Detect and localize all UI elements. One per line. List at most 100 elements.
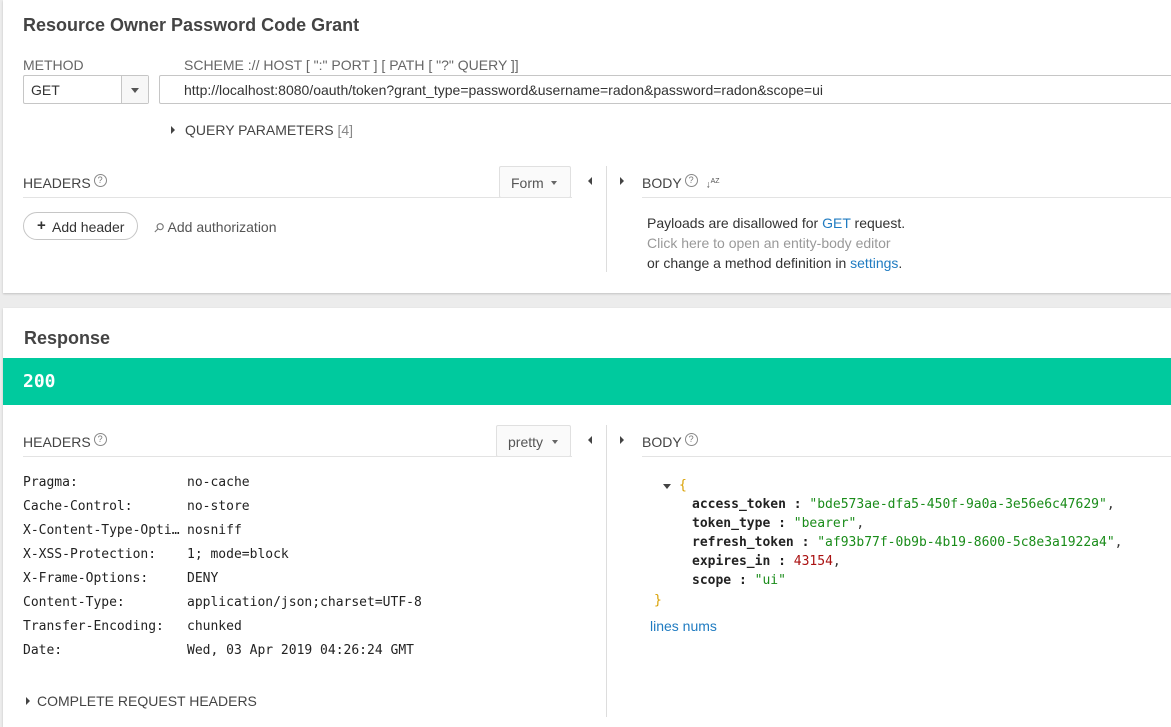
header-value: chunked bbox=[187, 619, 242, 634]
header-name: Pragma: bbox=[23, 475, 78, 490]
method-dropdown-button[interactable] bbox=[121, 76, 148, 103]
header-value: application/json;charset=UTF-8 bbox=[187, 595, 422, 610]
query-parameters-toggle[interactable]: QUERY PARAMETERS [4] bbox=[169, 122, 353, 138]
headers-mode-value: Form bbox=[511, 175, 544, 191]
request-body-heading: BODY? ↓AZ bbox=[642, 174, 720, 191]
headers-format-dropdown[interactable]: pretty bbox=[496, 425, 571, 457]
header-name: Transfer-Encoding: bbox=[23, 619, 164, 634]
response-title: Response bbox=[24, 328, 111, 348]
json-value: "ui" bbox=[754, 573, 786, 588]
json-key: expires_in bbox=[692, 554, 771, 569]
method-link[interactable]: GET bbox=[822, 215, 851, 231]
response-body-label: BODY bbox=[642, 434, 682, 450]
header-name: Content-Type: bbox=[23, 595, 125, 610]
header-value: no-store bbox=[187, 499, 250, 514]
json-comma: , bbox=[1106, 497, 1115, 512]
status-bar: 200 bbox=[3, 358, 1171, 405]
request-body-label: BODY bbox=[642, 175, 682, 191]
help-icon[interactable]: ? bbox=[684, 174, 698, 187]
json-entry: access_token : "bde573ae-dfa5-450f-9a0a-… bbox=[692, 497, 1115, 512]
collapse-left-icon[interactable] bbox=[588, 177, 592, 185]
payload-text: . bbox=[898, 255, 903, 271]
json-comma: , bbox=[856, 516, 865, 531]
header-value: Wed, 03 Apr 2019 04:26:24 GMT bbox=[187, 643, 414, 658]
response-headers-heading: HEADERS? bbox=[23, 433, 107, 450]
complete-request-headers-label: COMPLETE REQUEST HEADERS bbox=[37, 693, 257, 709]
add-authorization-label: Add authorization bbox=[167, 219, 277, 235]
json-entry: expires_in : 43154, bbox=[692, 554, 841, 569]
plus-icon: + bbox=[37, 217, 46, 234]
request-headers-label: HEADERS bbox=[23, 175, 91, 191]
header-name: Cache-Control: bbox=[23, 499, 133, 514]
json-key: token_type bbox=[692, 516, 771, 531]
header-value: nosniff bbox=[187, 523, 242, 538]
json-comma: , bbox=[832, 554, 841, 569]
key-icon: ⚲ bbox=[150, 218, 168, 237]
response-headers-label: HEADERS bbox=[23, 434, 91, 450]
help-icon[interactable]: ? bbox=[93, 433, 107, 446]
header-name: X-Frame-Options: bbox=[23, 571, 149, 586]
payload-line-3: or change a method definition in setting… bbox=[647, 253, 905, 273]
collapse-left-icon[interactable] bbox=[588, 436, 592, 444]
add-header-button[interactable]: + Add header bbox=[23, 212, 138, 240]
expand-right-icon[interactable] bbox=[620, 436, 624, 444]
add-header-label: Add header bbox=[52, 219, 125, 235]
json-close-brace: } bbox=[654, 593, 662, 608]
response-panel: Response 200 HEADERS? pretty BODY? Pragm… bbox=[3, 308, 1171, 727]
lines-nums-link[interactable]: lines nums bbox=[650, 618, 717, 634]
payload-message: Payloads are disallowed for GET request.… bbox=[647, 213, 905, 273]
url-format-label: SCHEME :// HOST [ ":" PORT ] [ PATH [ "?… bbox=[184, 57, 519, 73]
expand-right-icon[interactable] bbox=[620, 177, 624, 185]
json-comma: , bbox=[1114, 535, 1123, 550]
json-value: "bearer" bbox=[793, 516, 857, 531]
payload-text: Payloads are disallowed for bbox=[647, 215, 823, 231]
header-name: X-XSS-Protection: bbox=[23, 547, 157, 562]
payload-text: or change a method definition in bbox=[647, 255, 851, 271]
caret-down-icon bbox=[552, 440, 558, 444]
help-icon[interactable]: ? bbox=[93, 174, 107, 187]
url-input[interactable]: http://localhost:8080/oauth/token?grant_… bbox=[159, 75, 1171, 104]
sort-az-icon[interactable]: ↓AZ bbox=[706, 177, 720, 190]
json-value: "bde573ae-dfa5-450f-9a0a-3e56e6c47629" bbox=[809, 497, 1107, 512]
help-icon[interactable]: ? bbox=[684, 433, 698, 446]
header-name: Date: bbox=[23, 643, 63, 658]
caret-down-icon bbox=[131, 88, 139, 93]
header-value: DENY bbox=[187, 571, 219, 586]
url-value: http://localhost:8080/oauth/token?grant_… bbox=[184, 82, 823, 98]
query-parameters-label: QUERY PARAMETERS bbox=[185, 122, 334, 138]
headers-format-value: pretty bbox=[508, 434, 544, 450]
request-headers-heading: HEADERS? bbox=[23, 174, 107, 191]
open-body-editor-link[interactable]: Click here to open an entity-body editor bbox=[647, 233, 905, 253]
status-code: 200 bbox=[23, 371, 56, 392]
json-key: scope bbox=[692, 573, 732, 588]
query-parameters-count: [4] bbox=[337, 122, 354, 138]
divider bbox=[642, 456, 1171, 457]
panel-splitter[interactable] bbox=[606, 425, 607, 717]
json-entry: refresh_token : "af93b77f-0b9b-4b19-8600… bbox=[692, 535, 1123, 550]
payload-line-1: Payloads are disallowed for GET request. bbox=[647, 213, 905, 233]
method-label: METHOD bbox=[23, 57, 84, 73]
json-entry: scope : "ui" bbox=[692, 573, 786, 588]
header-value: no-cache bbox=[187, 475, 250, 490]
json-key: access_token bbox=[692, 497, 786, 512]
json-entry: token_type : "bearer", bbox=[692, 516, 865, 531]
response-body-heading: BODY? bbox=[642, 433, 698, 450]
request-panel: Resource Owner Password Code Grant METHO… bbox=[3, 0, 1171, 293]
complete-request-headers-toggle[interactable]: COMPLETE REQUEST HEADERS bbox=[23, 693, 257, 709]
header-value: 1; mode=block bbox=[187, 547, 289, 562]
expand-arrow-icon bbox=[26, 697, 30, 705]
json-key: refresh_token bbox=[692, 535, 794, 550]
add-authorization-link[interactable]: ⚲Add authorization bbox=[150, 219, 277, 236]
json-open-brace: { bbox=[679, 478, 687, 493]
headers-mode-dropdown[interactable]: Form bbox=[499, 166, 571, 198]
json-value: "af93b77f-0b9b-4b19-8600-5c8e3a1922a4" bbox=[817, 535, 1115, 550]
divider bbox=[23, 456, 572, 457]
panel-splitter[interactable] bbox=[606, 166, 607, 272]
request-title: Resource Owner Password Code Grant bbox=[23, 15, 360, 35]
divider bbox=[642, 197, 1171, 198]
divider bbox=[23, 197, 572, 198]
collapse-arrow-icon[interactable] bbox=[663, 484, 671, 489]
settings-link[interactable]: settings bbox=[850, 255, 898, 271]
payload-text: request. bbox=[850, 215, 906, 231]
method-select[interactable]: GET bbox=[23, 75, 149, 104]
